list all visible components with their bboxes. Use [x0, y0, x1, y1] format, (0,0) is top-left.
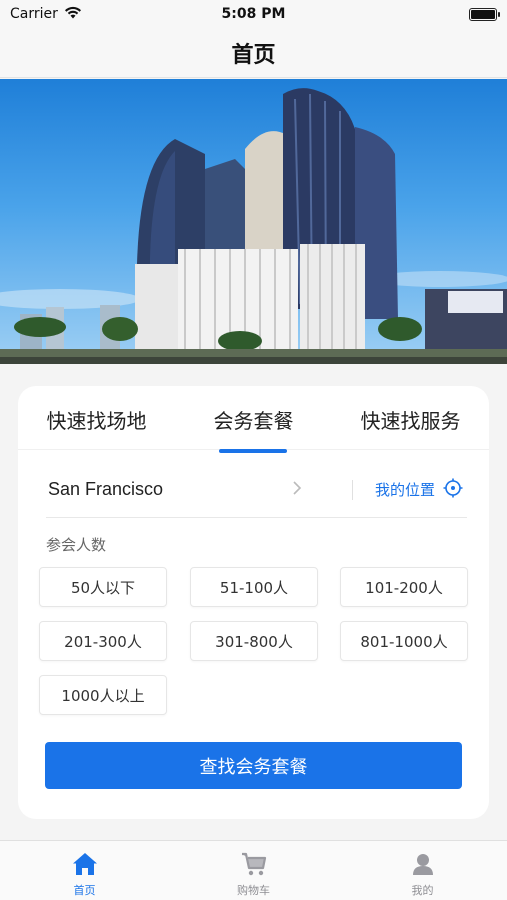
status-left: Carrier: [10, 6, 82, 23]
booking-card: 快速找场地 会务套餐 快速找服务 San Francisco 我的位置 参会人数…: [18, 386, 489, 819]
my-location-label: 我的位置: [374, 481, 435, 499]
tab-cart-label: 购物车: [237, 884, 270, 897]
attendee-option[interactable]: 301-800人: [190, 621, 318, 661]
status-bar: Carrier 5:08 PM: [0, 0, 507, 28]
banner-image[interactable]: [0, 79, 507, 364]
search-package-button[interactable]: 查找会务套餐: [45, 742, 462, 789]
tab-home-label: 首页: [73, 884, 96, 897]
divider: [351, 479, 353, 500]
cart-icon: [241, 851, 267, 877]
attendee-option[interactable]: 801-1000人: [340, 621, 468, 661]
attendee-option[interactable]: 51-100人: [190, 567, 318, 607]
chevron-right-icon[interactable]: [292, 480, 302, 500]
tab-home[interactable]: 首页: [0, 841, 169, 900]
tab-cart[interactable]: 购物车: [169, 841, 338, 900]
tab-conference-package[interactable]: 会务套餐: [176, 401, 331, 453]
wifi-icon: [64, 6, 82, 23]
locate-crosshair-icon: [443, 478, 463, 502]
home-icon: [72, 851, 98, 877]
tab-mine[interactable]: 我的: [338, 841, 507, 900]
tab-bar-top: 快速找场地 会务套餐 快速找服务: [18, 386, 489, 453]
attendees-label: 参会人数: [46, 536, 107, 554]
tab-mine-label: 我的: [411, 884, 434, 897]
hotel-building-illustration: [0, 88, 507, 364]
tab-quick-venue[interactable]: 快速找场地: [19, 401, 174, 434]
attendee-option[interactable]: 201-300人: [39, 621, 167, 661]
navigation-bar: 首页: [0, 28, 507, 78]
attendee-option[interactable]: 50人以下: [39, 567, 167, 607]
tab-quick-service[interactable]: 快速找服务: [333, 401, 488, 434]
my-location-button[interactable]: 我的位置: [375, 478, 463, 502]
carrier-label: Carrier: [10, 6, 58, 22]
page-title: 首页: [231, 42, 276, 68]
city-selector[interactable]: San Francisco: [46, 479, 292, 500]
attendee-option[interactable]: 1000人以上: [39, 675, 167, 715]
bottom-tab-bar: 首页 购物车 我的: [0, 840, 507, 900]
location-row: San Francisco 我的位置: [46, 462, 467, 518]
battery-icon: [469, 7, 500, 21]
attendee-option[interactable]: 101-200人: [340, 567, 468, 607]
user-icon: [410, 851, 436, 877]
